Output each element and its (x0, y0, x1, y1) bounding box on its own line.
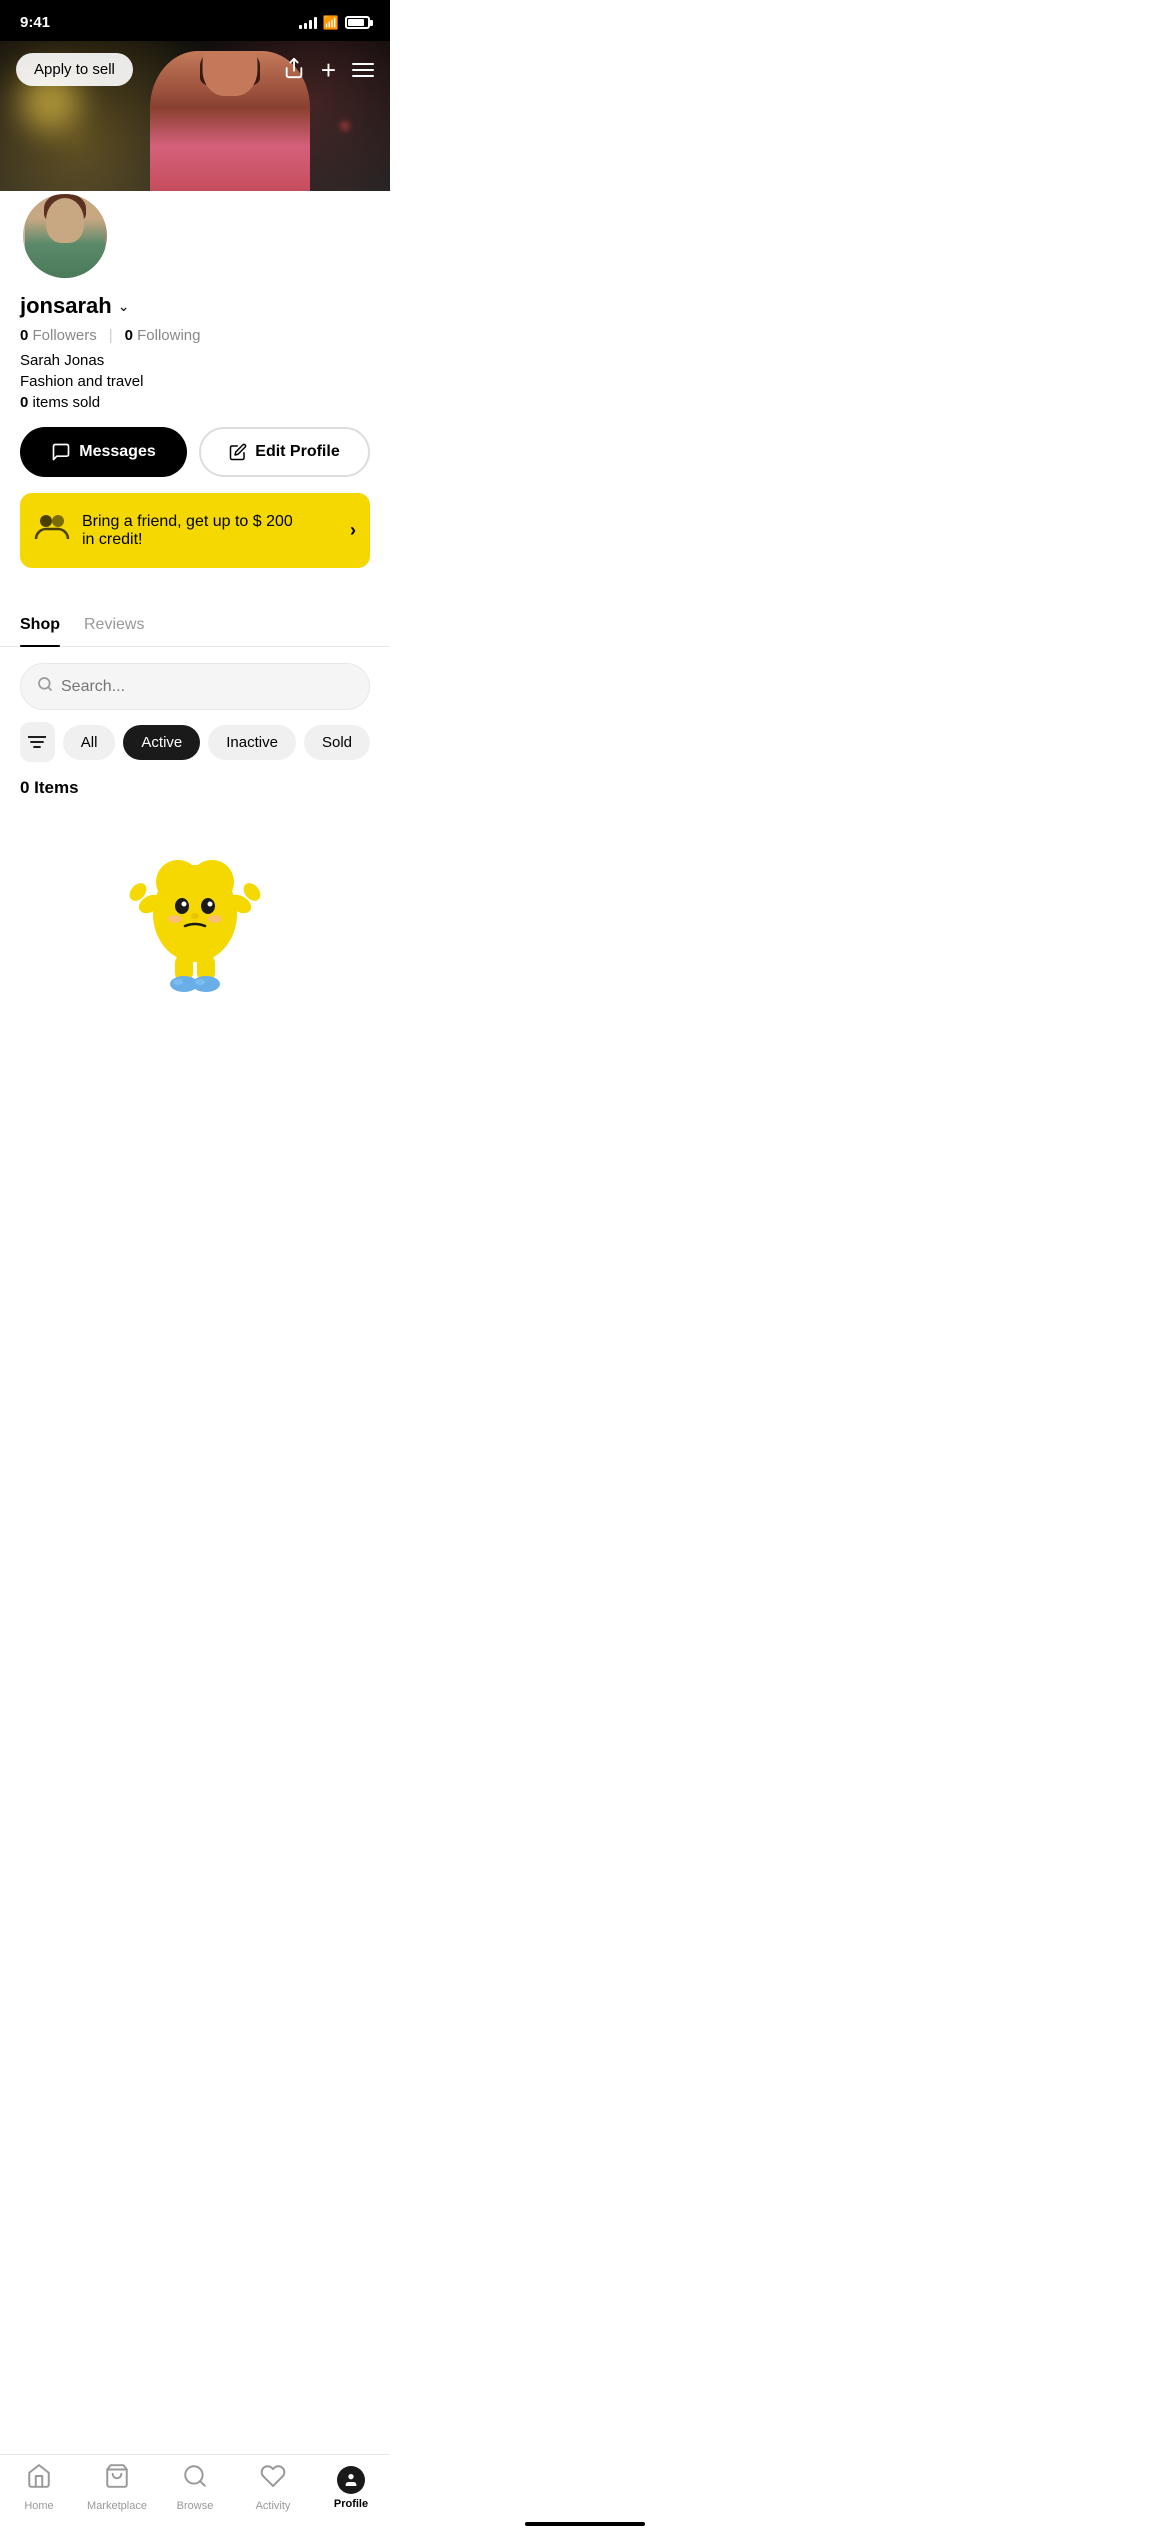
avatar-container (20, 191, 110, 281)
hero-top-bar: Apply to sell + (0, 41, 390, 98)
username: jonsarah (20, 293, 112, 319)
edit-profile-button[interactable]: Edit Profile (199, 427, 370, 477)
nav-marketplace[interactable]: Marketplace (87, 2463, 147, 2512)
referral-line1: Bring a friend, get up to $ 200 (82, 513, 293, 531)
mascot-icon (120, 834, 270, 994)
battery-icon (345, 16, 370, 29)
home-indicator (525, 2522, 645, 2526)
referral-banner[interactable]: Bring a friend, get up to $ 200 in credi… (20, 493, 370, 568)
bottom-nav: Home Marketplace Browse Activity (0, 2454, 390, 2532)
wifi-icon: 📶 (323, 15, 339, 31)
filter-options-button[interactable] (20, 722, 55, 762)
nav-browse[interactable]: Browse (165, 2463, 225, 2512)
nav-marketplace-label: Marketplace (87, 2500, 147, 2512)
referral-content: Bring a friend, get up to $ 200 in credi… (34, 509, 293, 552)
profile-buttons: Messages Edit Profile (20, 427, 370, 477)
items-count: 0 Items (0, 778, 390, 814)
empty-state (0, 814, 390, 1034)
messages-label: Messages (79, 443, 156, 461)
filter-all[interactable]: All (63, 725, 116, 760)
hero-actions: + (283, 57, 374, 83)
messages-button[interactable]: Messages (20, 427, 187, 477)
add-button[interactable]: + (321, 57, 336, 83)
bio: Fashion and travel (20, 373, 370, 390)
edit-profile-label: Edit Profile (255, 443, 339, 461)
menu-button[interactable] (352, 59, 374, 81)
nav-activity[interactable]: Activity (243, 2463, 303, 2512)
referral-line2: in credit! (82, 531, 293, 549)
status-icons: 📶 (299, 15, 370, 31)
profile-section: jonsarah ⌄ 0 Followers | 0 Following Sar… (0, 191, 390, 604)
filter-row: All Active Inactive Sold (0, 722, 390, 778)
avatar (20, 191, 110, 281)
nav-browse-label: Browse (177, 2500, 214, 2512)
home-icon (26, 2463, 52, 2496)
bokeh-light-4 (340, 121, 350, 131)
nav-home[interactable]: Home (9, 2463, 69, 2512)
display-name: Sarah Jonas (20, 352, 370, 369)
nav-activity-label: Activity (256, 2500, 291, 2512)
search-wrapper (20, 663, 370, 710)
tabs-row: Shop Reviews (0, 604, 390, 647)
nav-profile-label: Profile (334, 2498, 368, 2510)
followers-divider: | (109, 327, 113, 344)
apply-to-sell-button[interactable]: Apply to sell (16, 53, 133, 86)
followers-row: 0 Followers | 0 Following (20, 327, 370, 344)
referral-chevron-icon: › (350, 520, 356, 541)
share-button[interactable] (283, 57, 305, 83)
tab-shop[interactable]: Shop (20, 604, 60, 646)
filter-sold[interactable]: Sold (304, 725, 370, 760)
nav-home-label: Home (24, 2500, 53, 2512)
search-input[interactable] (61, 678, 353, 696)
items-sold: 0 items sold (20, 394, 370, 411)
filter-inactive[interactable]: Inactive (208, 725, 296, 760)
browse-icon (182, 2463, 208, 2496)
marketplace-icon (104, 2463, 130, 2496)
tab-reviews[interactable]: Reviews (84, 604, 144, 646)
following-stat[interactable]: 0 Following (125, 327, 201, 344)
nav-profile[interactable]: Profile (321, 2466, 381, 2510)
signal-icon (299, 17, 317, 29)
search-container (0, 647, 390, 722)
referral-text: Bring a friend, get up to $ 200 in credi… (82, 513, 293, 549)
chevron-down-icon[interactable]: ⌄ (118, 298, 130, 315)
search-icon (37, 676, 53, 697)
time-display: 9:41 (20, 14, 50, 31)
profile-avatar-nav (337, 2466, 365, 2494)
username-row: jonsarah ⌄ (20, 293, 370, 319)
filter-active[interactable]: Active (123, 725, 200, 760)
referral-icon (34, 509, 70, 552)
status-bar: 9:41 📶 (0, 0, 390, 41)
followers-stat[interactable]: 0 Followers (20, 327, 97, 344)
activity-icon (260, 2463, 286, 2496)
profile-icon (337, 2466, 365, 2494)
